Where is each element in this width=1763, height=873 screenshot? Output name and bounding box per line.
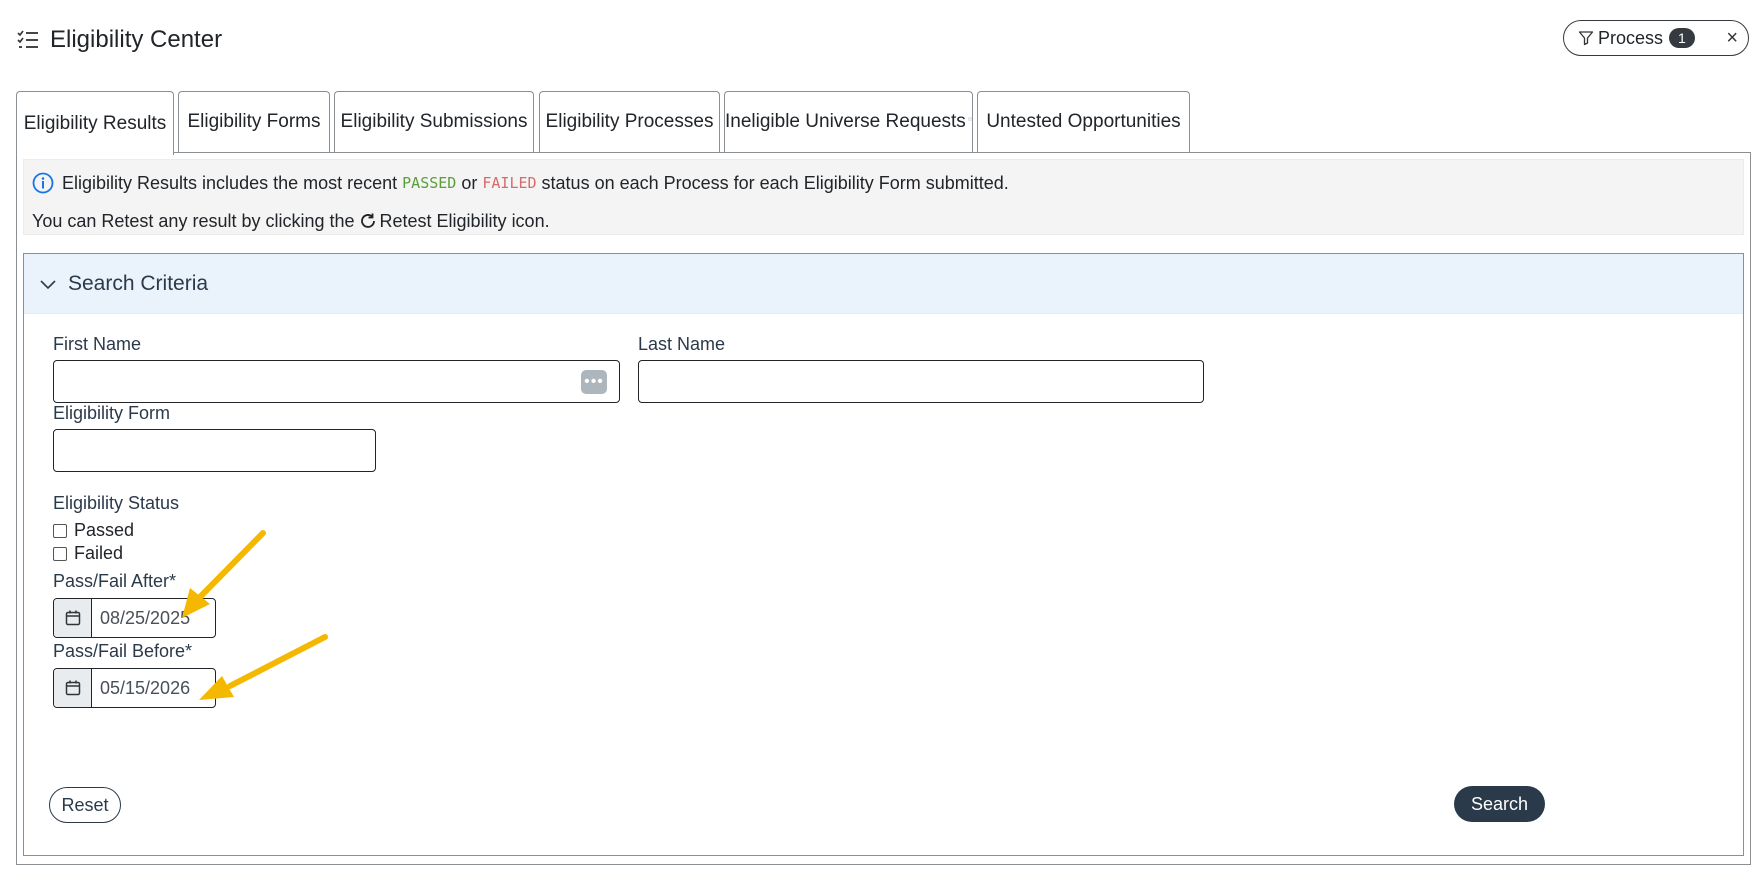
info-box: Eligibility Results includes the most re… [23,159,1744,235]
help-icon[interactable]: ? [967,111,972,127]
eligibility-form-label: Eligibility Form [53,403,171,423]
pass-fail-before-label: Pass/Fail Before* [53,641,193,661]
search-criteria-title: Search Criteria [68,271,209,295]
passed-keyword: PASSED [402,174,457,192]
tab-eligibility-forms[interactable]: Eligibility Forms [178,91,330,152]
pass-fail-after-field[interactable]: 08/25/2025 [53,598,216,638]
failed-checkbox-label: Failed [74,543,124,563]
tab-label: Untested Opportunities [986,111,1181,132]
last-name-input[interactable] [638,360,1204,403]
calendar-icon[interactable] [54,599,92,637]
reset-button[interactable]: Reset [49,787,121,823]
pass-fail-after-input[interactable]: 08/25/2025 [92,599,190,637]
tab-label: Eligibility Results [23,112,167,134]
tab-label: Ineligible Universe Requests [725,111,966,132]
info-icon [32,172,54,194]
process-filter-pill[interactable]: Process 1 × [1563,20,1749,56]
more-options-icon[interactable]: ••• [581,370,607,394]
tab-untested-opportunities[interactable]: Untested Opportunities [977,91,1190,152]
tab-ineligible-universe-requests[interactable]: Ineligible Universe Requests ? [724,91,973,152]
tab-label: Eligibility Processes [545,111,714,132]
calendar-icon[interactable] [54,669,92,707]
pass-fail-before-input[interactable]: 05/15/2026 [92,669,190,707]
retest-icon [360,213,375,228]
list-check-icon [17,30,38,48]
pass-fail-before-field[interactable]: 05/15/2026 [53,668,216,708]
first-name-input[interactable]: ••• [53,360,620,403]
info-text: or [461,172,478,193]
search-button[interactable]: Search [1454,786,1545,822]
failed-keyword: FAILED [482,174,537,192]
filter-pill-label: Process [1598,27,1664,48]
passed-checkbox-row[interactable]: Passed [53,520,134,541]
pass-fail-after-label: Pass/Fail After* [53,571,177,591]
info-text: Retest Eligibility icon. [379,210,550,231]
page-header: Eligibility Center [16,22,222,58]
failed-checkbox-row[interactable]: Failed [53,543,123,564]
tab-eligibility-submissions[interactable]: Eligibility Submissions [334,91,534,152]
info-line-2: You can Retest any result by clicking th… [32,210,1743,232]
info-line-1: Eligibility Results includes the most re… [32,172,1743,194]
info-text: Eligibility Results includes the most re… [62,172,398,193]
tab-eligibility-processes[interactable]: Eligibility Processes [539,91,720,152]
passed-checkbox-label: Passed [74,520,135,540]
info-text: You can Retest any result by clicking th… [32,210,355,231]
page-title: Eligibility Center [50,26,223,53]
search-criteria-toggle[interactable]: Search Criteria [24,254,1743,314]
filter-count-badge: 1 [1669,28,1695,48]
chevron-down-icon [40,279,56,289]
failed-checkbox[interactable] [53,546,67,561]
passed-checkbox[interactable] [53,523,67,538]
tab-content-panel: Eligibility Results includes the most re… [16,152,1751,865]
tab-eligibility-results[interactable]: Eligibility Results [16,91,174,155]
tab-label: Eligibility Forms [187,111,321,132]
info-text: status on each Process for each Eligibil… [541,172,1009,193]
eligibility-form-input[interactable] [53,429,376,472]
close-icon[interactable]: × [1726,27,1738,50]
tab-label: Eligibility Submissions [340,111,528,132]
eligibility-status-label: Eligibility Status [53,493,180,513]
funnel-icon [1578,31,1594,46]
first-name-label: First Name [53,334,142,354]
last-name-label: Last Name [638,334,726,354]
search-criteria-section: Search Criteria First Name ••• Last Name… [23,253,1744,856]
